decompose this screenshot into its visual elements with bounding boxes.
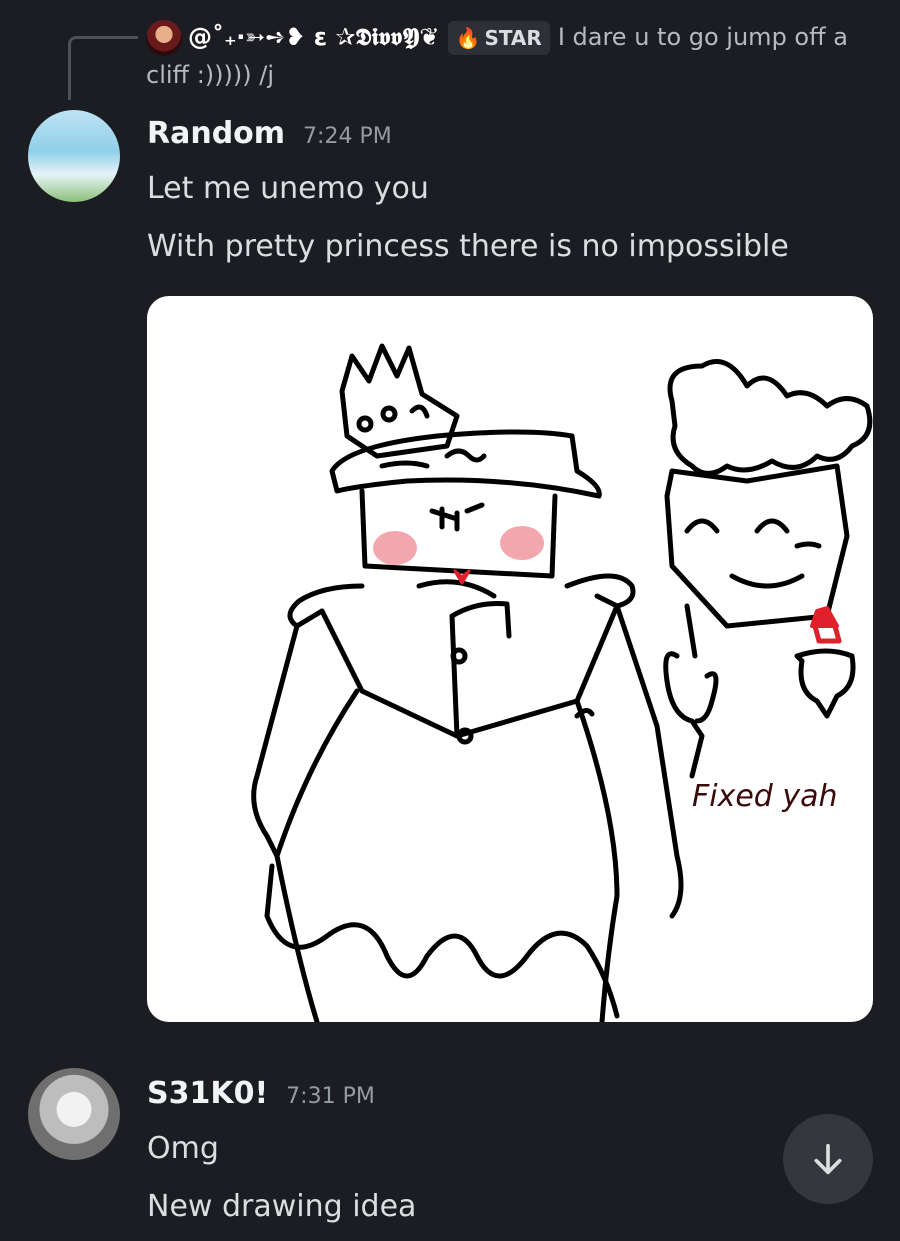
author-name[interactable]: Random	[147, 116, 285, 151]
message-timestamp: 7:31 PM	[286, 1084, 375, 1109]
reply-preview[interactable]: @˚₊‧➳➺❥ ε ✰𝕯𝖎𝖛𝖛𝖄❦ 🔥 STAR I dare u to go jum…	[146, 18, 866, 94]
guild-tag-badge[interactable]: 🔥 STAR	[447, 21, 550, 55]
message-text: New drawing idea	[147, 1189, 417, 1224]
message-timestamp: 7:24 PM	[303, 124, 392, 149]
avatar[interactable]	[28, 110, 120, 202]
scroll-to-bottom-button[interactable]	[783, 1114, 873, 1204]
reply-avatar[interactable]	[146, 20, 182, 56]
drawing-caption: Fixed yah	[692, 779, 838, 814]
avatar[interactable]	[28, 1068, 120, 1160]
arrow-down-icon	[814, 1143, 842, 1175]
reply-author-name[interactable]: @˚₊‧➳➺❥ ε ✰𝕯𝖎𝖛𝖛𝖄❦	[188, 23, 440, 51]
message-text: Omg	[147, 1131, 219, 1166]
guild-tag-label: STAR	[484, 26, 542, 50]
author-name[interactable]: S31K0!	[147, 1076, 268, 1111]
message-text: Let me unemo you	[147, 171, 429, 206]
chat-messages: @˚₊‧➳➺❥ ε ✰𝕯𝖎𝖛𝖛𝖄❦ 🔥 STAR I dare u to go jum…	[0, 0, 900, 1241]
drawing-image: Fixed yah	[251, 343, 873, 1022]
image-attachment[interactable]: Fixed yah	[147, 296, 873, 1022]
flame-icon: 🔥	[455, 26, 481, 50]
message-text: With pretty princess there is no impossi…	[147, 229, 789, 264]
reply-connector-line	[68, 36, 138, 100]
